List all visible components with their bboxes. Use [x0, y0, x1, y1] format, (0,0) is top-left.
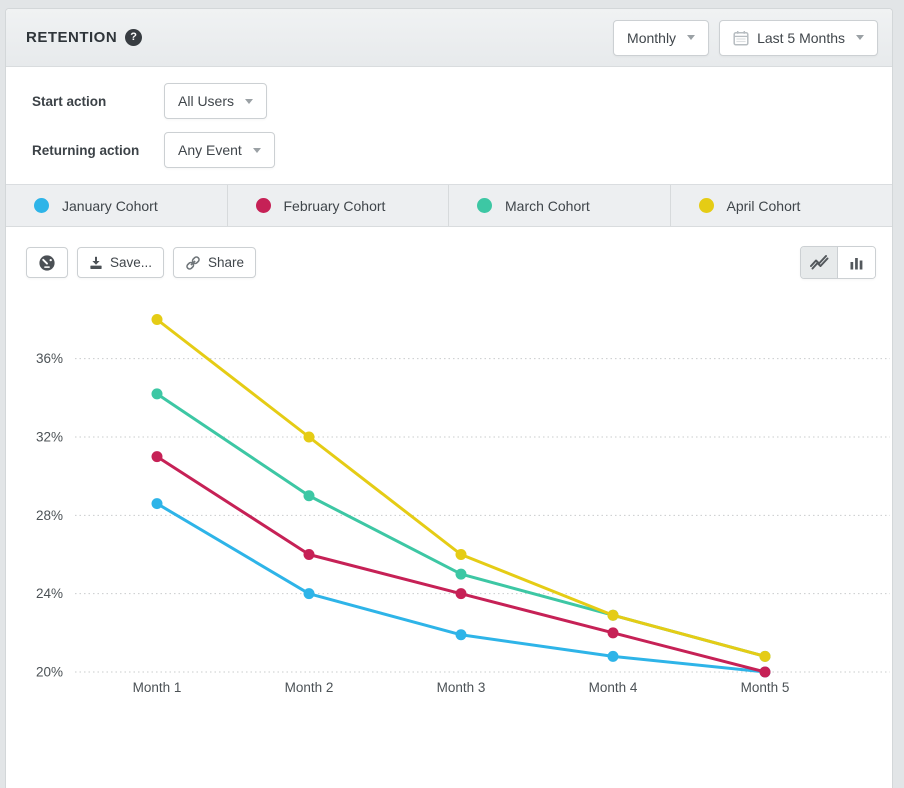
legend-label: March Cohort [505, 198, 590, 214]
download-icon [89, 256, 103, 270]
svg-text:Month 1: Month 1 [133, 680, 182, 695]
data-point[interactable] [304, 432, 315, 443]
share-button[interactable]: Share [173, 247, 256, 278]
svg-text:32%: 32% [36, 430, 63, 445]
data-point[interactable] [304, 588, 315, 599]
data-point[interactable] [608, 651, 619, 662]
legend-item-april-cohort[interactable]: April Cohort [671, 185, 893, 226]
returning-action-dropdown[interactable]: Any Event [164, 132, 275, 168]
link-icon [185, 255, 201, 271]
svg-text:24%: 24% [36, 586, 63, 601]
svg-text:Month 2: Month 2 [285, 680, 334, 695]
chart-panel: Save... Share [6, 227, 892, 722]
interval-dropdown-value: Monthly [627, 30, 676, 46]
line-chart-icon [810, 254, 829, 271]
chevron-down-icon [687, 35, 695, 40]
data-point[interactable] [456, 629, 467, 640]
series-color-dot [34, 198, 49, 213]
returning-action-value: Any Event [178, 142, 242, 158]
data-point[interactable] [152, 314, 163, 325]
returning-action-row: Returning action Any Event [32, 132, 892, 168]
save-button-label: Save... [110, 255, 152, 270]
data-point[interactable] [304, 490, 315, 501]
date-range-dropdown[interactable]: Last 5 Months [719, 20, 878, 56]
save-button[interactable]: Save... [77, 247, 164, 278]
legend-label: January Cohort [62, 198, 158, 214]
legend-label: April Cohort [727, 198, 801, 214]
data-point[interactable] [456, 549, 467, 560]
series-april-cohort[interactable] [152, 314, 771, 662]
chevron-down-icon [856, 35, 864, 40]
start-action-row: Start action All Users [32, 83, 892, 119]
add-to-dashboard-button[interactable] [26, 247, 68, 278]
cohort-legend: January Cohort February Cohort March Coh… [6, 184, 892, 227]
calendar-icon [733, 30, 749, 46]
gridlines [75, 359, 890, 672]
gauge-icon [38, 254, 56, 272]
legend-label: February Cohort [284, 198, 386, 214]
series-color-dot [256, 198, 271, 213]
filters-section: Start action All Users Returning action … [6, 67, 892, 184]
data-point[interactable] [456, 569, 467, 580]
returning-action-label: Returning action [32, 143, 164, 158]
svg-text:Month 3: Month 3 [437, 680, 486, 695]
interval-dropdown[interactable]: Monthly [613, 20, 709, 56]
line-chart-toggle[interactable] [801, 247, 838, 278]
svg-text:Month 4: Month 4 [589, 680, 638, 695]
toolbar-left-group: Save... Share [26, 247, 256, 278]
chart-type-toggle [800, 246, 876, 279]
retention-report-card: RETENTION ? Monthly [5, 8, 893, 788]
start-action-dropdown[interactable]: All Users [164, 83, 267, 119]
title-wrap: RETENTION ? [26, 29, 142, 46]
series-march-cohort[interactable] [152, 388, 771, 661]
chart-toolbar: Save... Share [6, 246, 892, 279]
page-title: RETENTION [26, 29, 117, 46]
data-point[interactable] [456, 588, 467, 599]
y-axis-labels: 36% 32% 28% 24% 20% [36, 351, 63, 679]
data-point[interactable] [608, 627, 619, 638]
legend-item-march-cohort[interactable]: March Cohort [449, 185, 671, 226]
retention-chart[interactable]: 36%32%28%24%20%Month 1Month 2Month 3Mont… [6, 292, 892, 722]
header-controls: Monthly Last 5 Months [613, 20, 878, 56]
series-color-dot [477, 198, 492, 213]
series-february-cohort[interactable] [152, 451, 771, 677]
date-range-value: Last 5 Months [757, 30, 845, 46]
chevron-down-icon [245, 99, 253, 104]
svg-text:Month 5: Month 5 [741, 680, 790, 695]
data-point[interactable] [760, 667, 771, 678]
svg-text:36%: 36% [36, 351, 63, 366]
data-point[interactable] [152, 388, 163, 399]
legend-item-february-cohort[interactable]: February Cohort [228, 185, 450, 226]
data-point[interactable] [304, 549, 315, 560]
share-button-label: Share [208, 255, 244, 270]
svg-text:28%: 28% [36, 508, 63, 523]
svg-text:20%: 20% [36, 665, 63, 680]
data-point[interactable] [152, 451, 163, 462]
report-header: RETENTION ? Monthly [6, 9, 892, 67]
bar-chart-toggle[interactable] [838, 247, 875, 278]
help-icon[interactable]: ? [125, 29, 142, 46]
data-point[interactable] [760, 651, 771, 662]
start-action-value: All Users [178, 93, 234, 109]
chevron-down-icon [253, 148, 261, 153]
data-point[interactable] [608, 610, 619, 621]
x-axis-labels: Month 1 Month 2 Month 3 Month 4 Month 5 [133, 680, 790, 695]
bar-chart-icon [850, 256, 863, 270]
start-action-label: Start action [32, 94, 164, 109]
legend-item-january-cohort[interactable]: January Cohort [6, 185, 228, 226]
data-point[interactable] [152, 498, 163, 509]
series-color-dot [699, 198, 714, 213]
